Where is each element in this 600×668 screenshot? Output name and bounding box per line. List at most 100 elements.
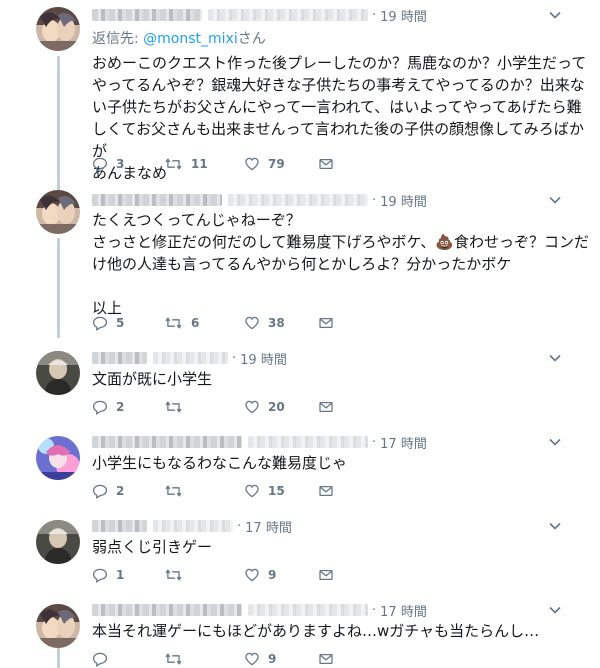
retweet-icon bbox=[164, 651, 183, 667]
retweet-button[interactable] bbox=[164, 482, 191, 500]
tweet[interactable]: · 17 時間 小学生にもなるわなこんな難易度じゃ 2 15 bbox=[0, 432, 600, 512]
blurred-username bbox=[92, 520, 147, 532]
dm-icon bbox=[318, 651, 334, 667]
heart-icon bbox=[244, 399, 260, 415]
like-button[interactable]: 15 bbox=[244, 482, 285, 500]
avatar[interactable] bbox=[36, 520, 80, 564]
like-button[interactable]: 9 bbox=[244, 566, 276, 584]
tweet[interactable]: · 17 時間 本当それ運ゲーにもほどがありますよね…wガチャも当たらんし… 9 bbox=[0, 600, 600, 668]
blurred-username bbox=[92, 352, 147, 364]
blurred-handle bbox=[153, 352, 228, 364]
retweet-button[interactable]: 11 bbox=[164, 155, 208, 173]
reply-icon bbox=[92, 651, 108, 667]
tweet-text: 小学生にもなるわなこんな難易度じゃ bbox=[92, 454, 348, 472]
blurred-handle bbox=[248, 436, 368, 448]
tweet-header: · 17 時間 bbox=[92, 516, 292, 536]
blurred-handle bbox=[153, 520, 233, 532]
tweet-actions: 2 15 bbox=[92, 482, 352, 500]
reply-button[interactable]: 3 bbox=[92, 155, 124, 173]
chevron-down-icon[interactable] bbox=[548, 351, 562, 365]
timestamp[interactable]: 17 時間 bbox=[380, 433, 427, 452]
chevron-down-icon[interactable] bbox=[548, 603, 562, 617]
chevron-down-icon[interactable] bbox=[548, 8, 562, 22]
tweet-actions: 9 bbox=[92, 650, 352, 668]
blurred-handle bbox=[248, 604, 368, 616]
reply-icon bbox=[92, 567, 108, 583]
heart-icon bbox=[244, 315, 260, 331]
retweet-button[interactable] bbox=[164, 566, 191, 584]
dm-button[interactable] bbox=[318, 155, 342, 173]
blurred-username bbox=[92, 604, 242, 616]
dm-icon bbox=[318, 156, 334, 172]
timestamp[interactable]: 19 時間 bbox=[380, 6, 427, 25]
avatar[interactable] bbox=[36, 7, 80, 51]
blurred-handle bbox=[228, 194, 368, 206]
reply-icon bbox=[92, 315, 108, 331]
reply-icon bbox=[92, 399, 108, 415]
chevron-down-icon[interactable] bbox=[548, 519, 562, 533]
tweet-actions: 2 20 bbox=[92, 398, 352, 416]
like-button[interactable]: 9 bbox=[244, 650, 276, 668]
reply-button[interactable]: 5 bbox=[92, 314, 124, 332]
dm-button[interactable] bbox=[318, 314, 342, 332]
reply-button[interactable]: 2 bbox=[92, 398, 124, 416]
timestamp[interactable]: 19 時間 bbox=[380, 191, 427, 210]
reply-to: 返信先: @monst_mixiさん bbox=[92, 31, 266, 47]
like-button[interactable]: 79 bbox=[244, 155, 285, 173]
tweet-actions: 5 6 38 bbox=[92, 314, 352, 332]
heart-icon bbox=[244, 483, 260, 499]
retweet-icon bbox=[164, 315, 183, 331]
timestamp[interactable]: 19 時間 bbox=[240, 349, 287, 368]
tweet-text: 本当それ運ゲーにもほどがありますよね…wガチャも当たらんし… bbox=[92, 622, 540, 640]
blurred-username bbox=[92, 9, 202, 21]
heart-icon bbox=[244, 156, 260, 172]
retweet-button[interactable]: 6 bbox=[164, 314, 199, 332]
tweet[interactable]: · 19 時間 たくえつくってんじゃねーぞ？ さっさと修正だの何だのして難易度下… bbox=[0, 190, 600, 340]
retweet-icon bbox=[164, 156, 183, 172]
reply-icon bbox=[92, 483, 108, 499]
reply-button[interactable] bbox=[92, 650, 116, 668]
poop-emoji: 💩 bbox=[435, 233, 455, 251]
avatar[interactable] bbox=[36, 351, 80, 395]
retweet-button[interactable] bbox=[164, 650, 191, 668]
tweet-text: 弱点くじ引きゲー bbox=[92, 538, 213, 556]
retweet-button[interactable] bbox=[164, 398, 191, 416]
tweet[interactable]: · 19 時間 返信先: @monst_mixiさん おめーこのクエスト作った後… bbox=[0, 0, 600, 190]
tweet-actions: 1 9 bbox=[92, 566, 352, 584]
dm-button[interactable] bbox=[318, 650, 342, 668]
retweet-icon bbox=[164, 399, 183, 415]
retweet-icon bbox=[164, 567, 183, 583]
tweet-text: たくえつくってんじゃねーぞ？ さっさと修正だの何だのして難易度下げろやボケ、💩食… bbox=[92, 211, 590, 317]
avatar[interactable] bbox=[36, 604, 80, 648]
chevron-down-icon[interactable] bbox=[548, 193, 562, 207]
like-button[interactable]: 38 bbox=[244, 314, 285, 332]
tweet[interactable]: · 17 時間 弱点くじ引きゲー 1 9 bbox=[0, 516, 600, 596]
avatar[interactable] bbox=[36, 190, 80, 234]
retweet-icon bbox=[164, 483, 183, 499]
tweet-actions: 3 11 79 bbox=[92, 155, 352, 173]
avatar[interactable] bbox=[36, 436, 80, 480]
chevron-down-icon[interactable] bbox=[548, 435, 562, 449]
blurred-username bbox=[92, 194, 222, 206]
timestamp[interactable]: 17 時間 bbox=[380, 601, 427, 620]
heart-icon bbox=[244, 651, 260, 667]
dm-button[interactable] bbox=[318, 482, 342, 500]
dm-icon bbox=[318, 315, 334, 331]
like-button[interactable]: 20 bbox=[244, 398, 285, 416]
reply-button[interactable]: 1 bbox=[92, 566, 124, 584]
tweet-text: 文面が既に小学生 bbox=[92, 370, 213, 388]
tweet-header: · 19 時間 bbox=[92, 5, 427, 25]
reply-icon bbox=[92, 156, 108, 172]
timestamp[interactable]: 17 時間 bbox=[245, 517, 292, 536]
dm-icon bbox=[318, 399, 334, 415]
dm-icon bbox=[318, 483, 334, 499]
reply-handle-link[interactable]: @monst_mixi bbox=[143, 31, 238, 47]
tweet-header: · 17 時間 bbox=[92, 600, 427, 620]
reply-button[interactable]: 2 bbox=[92, 482, 124, 500]
dm-button[interactable] bbox=[318, 398, 342, 416]
dm-icon bbox=[318, 567, 334, 583]
blurred-handle bbox=[208, 9, 368, 21]
tweet[interactable]: · 19 時間 文面が既に小学生 2 20 bbox=[0, 348, 600, 428]
dm-button[interactable] bbox=[318, 566, 342, 584]
tweet-header: · 19 時間 bbox=[92, 190, 427, 210]
